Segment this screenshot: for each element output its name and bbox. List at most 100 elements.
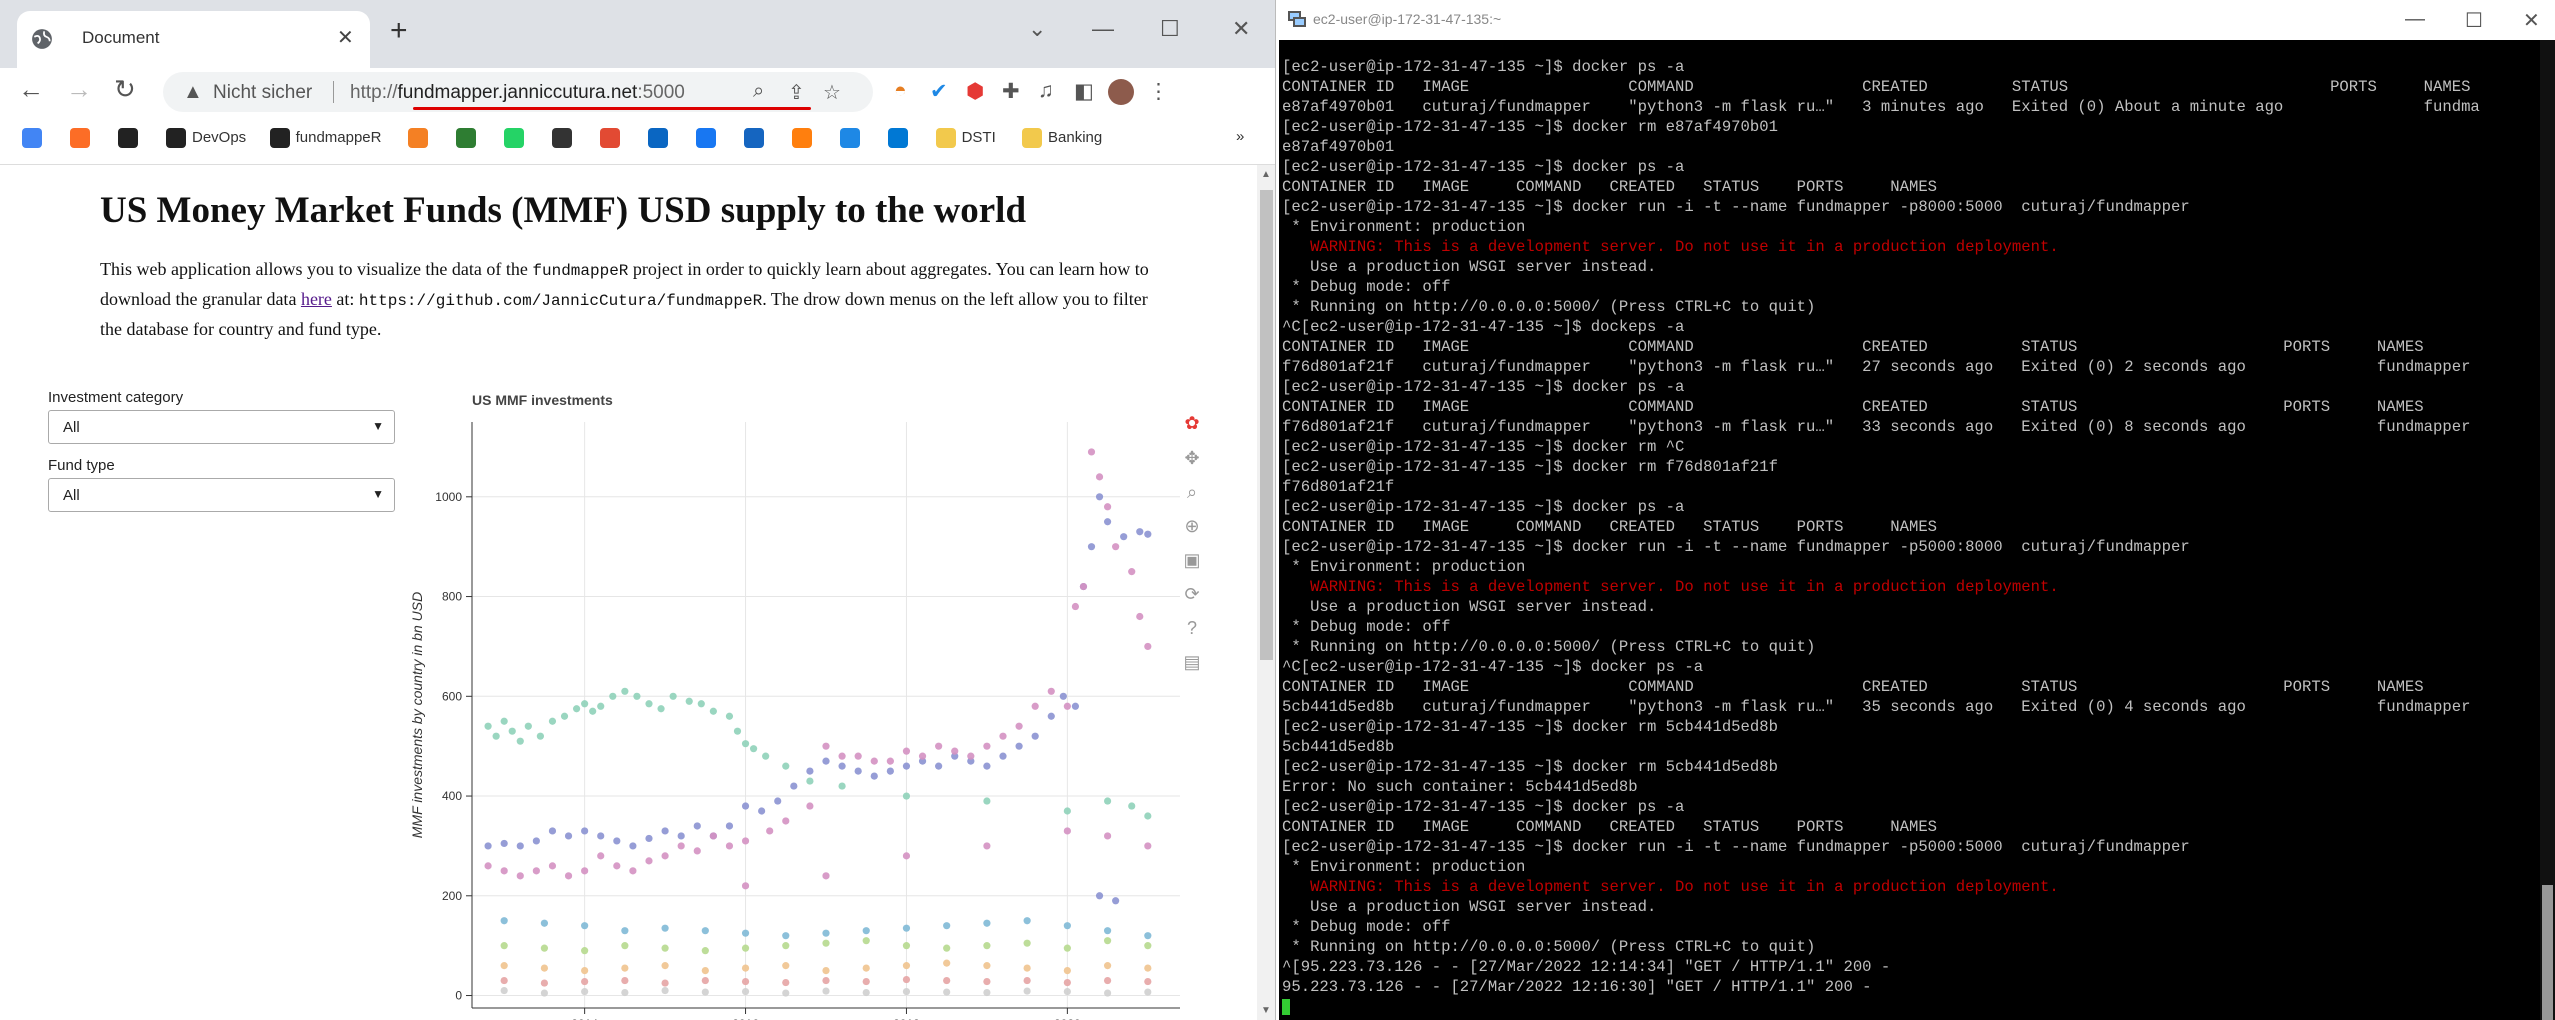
data-point [741, 929, 750, 937]
minimize-icon[interactable]: — [2405, 8, 2425, 31]
side-panel-icon[interactable]: ◧ [1074, 79, 1094, 104]
putty-icon [1288, 11, 1306, 27]
mmf-chart[interactable]: 020040060080010002014201620182020US MMF … [400, 385, 1230, 1020]
bookmarks-overflow-icon[interactable]: » [1236, 128, 1244, 145]
caret-down-icon: ▼ [372, 419, 384, 433]
save-tool-icon[interactable]: ▣ [1181, 549, 1203, 571]
data-point [629, 867, 637, 875]
media-queue-icon[interactable]: ♫ [1038, 79, 1054, 103]
extension-check-icon[interactable]: ✔ [930, 79, 948, 104]
hover-tool-icon[interactable]: ▤ [1181, 651, 1203, 673]
share-icon[interactable]: ⇪ [788, 80, 805, 105]
bokeh-logo-icon[interactable]: ✿ [1181, 412, 1203, 434]
maximize-icon[interactable]: ☐ [2465, 8, 2483, 33]
y-axis-label: MMF investments by country in bn USD [409, 592, 425, 838]
chart-canvas[interactable]: 020040060080010002014201620182020US MMF … [400, 385, 1230, 1020]
terminal-line: * Environment: production [1282, 558, 1526, 576]
page-scrollbar[interactable]: ▲ ▼ [1257, 165, 1275, 1020]
bookmark-15[interactable] [887, 128, 914, 148]
extension-bowl-icon[interactable]: ◓ [894, 79, 907, 103]
terminal-prompt-line[interactable] [1282, 997, 2532, 1017]
data-point [918, 752, 927, 760]
bookmark-5[interactable] [407, 128, 434, 148]
investment-category-select[interactable]: All ▼ [48, 410, 395, 444]
scroll-thumb[interactable] [1260, 190, 1273, 660]
forward-icon[interactable]: → [66, 74, 92, 105]
data-point [701, 988, 709, 996]
terminal-line: WARNING: This is a development server. D… [1282, 578, 2059, 596]
chevron-down-icon[interactable]: ⌄ [1028, 16, 1046, 42]
bookmark-6[interactable] [455, 128, 482, 148]
bookmark-10[interactable] [647, 128, 674, 148]
bookmark-1[interactable] [70, 128, 96, 148]
warning-icon[interactable]: ▲ [183, 81, 203, 104]
data-point [581, 700, 589, 708]
wheel-zoom-icon[interactable]: ⊕ [1181, 515, 1203, 537]
data-point [508, 727, 516, 735]
help-tool-icon[interactable]: ? [1181, 617, 1203, 639]
close-tab-icon[interactable]: ✕ [337, 25, 354, 50]
bookmark-8[interactable] [551, 128, 578, 148]
bookmark-14[interactable] [839, 128, 866, 148]
bookmark-12[interactable] [743, 128, 770, 148]
address-bar[interactable]: ▲ Nicht sicher http://fundmapper.jannicc… [163, 72, 873, 112]
bookmark-2[interactable] [118, 128, 144, 148]
data-point [581, 947, 589, 955]
data-point [1071, 702, 1080, 710]
fund-type-select[interactable]: All ▼ [48, 478, 395, 512]
data-point [838, 782, 846, 790]
bookmark-3[interactable]: DevOps [166, 128, 246, 148]
menu-kebab-icon[interactable]: ⋮ [1148, 79, 1169, 104]
terminal-output[interactable]: [ec2-user@ip-172-31-47-135 ~]$ docker ps… [1282, 57, 2532, 1017]
layers-icon [599, 128, 620, 148]
close-window-icon[interactable]: ✕ [1232, 16, 1250, 42]
bookmark-4[interactable]: fundmappeR [269, 128, 382, 148]
data-point [484, 842, 492, 850]
zoom-icon[interactable]: ⌕ [753, 80, 764, 103]
box-zoom-icon[interactable]: ⌕ [1181, 481, 1203, 503]
scroll-down-arrow-icon[interactable]: ▼ [1261, 1005, 1271, 1016]
data-point [782, 962, 790, 970]
data-point [597, 832, 605, 840]
extensions-puzzle-icon[interactable]: ✚ [1002, 79, 1020, 104]
bookmark-star-icon[interactable]: ☆ [823, 80, 841, 105]
terminal-scroll-thumb[interactable] [2542, 885, 2553, 1020]
bookmark-9[interactable] [599, 128, 626, 148]
data-point [822, 987, 830, 995]
bookmark-11[interactable] [695, 128, 722, 148]
reload-icon[interactable]: ↻ [114, 74, 136, 105]
url-text[interactable]: http://fundmapper.janniccutura.net:5000 [350, 82, 685, 104]
avatar[interactable] [1108, 79, 1134, 105]
data-point [862, 977, 870, 986]
here-link[interactable]: here [301, 289, 332, 309]
reset-tool-icon[interactable]: ⟳ [1181, 583, 1203, 605]
intro-code-project: fundmappeR [532, 262, 629, 280]
back-icon[interactable]: ← [18, 74, 44, 105]
minimize-icon[interactable]: — [1092, 16, 1114, 42]
data-point [524, 722, 532, 730]
new-tab-icon[interactable]: + [390, 16, 408, 46]
data-point [564, 832, 573, 840]
bookmark-17[interactable]: Banking [1022, 128, 1102, 148]
terminal-window[interactable]: ec2-user@ip-172-31-47-135:~ — ☐ ✕ [ec2-u… [1279, 0, 2555, 1020]
data-point [597, 702, 605, 710]
data-point [983, 942, 991, 950]
bookmark-13[interactable] [791, 128, 818, 148]
data-point [983, 988, 991, 997]
data-point [983, 797, 991, 805]
bookmark-0[interactable] [22, 128, 48, 148]
bookmark-7[interactable] [503, 128, 530, 148]
pan-tool-icon[interactable]: ✥ [1181, 447, 1203, 469]
data-point [581, 966, 589, 975]
maximize-icon[interactable]: ☐ [1160, 16, 1180, 42]
intro-text-1: This web application allows you to visua… [100, 259, 533, 279]
data-point [661, 852, 669, 860]
data-point [822, 966, 830, 975]
extension-adblock-icon[interactable]: ⬢ [966, 79, 984, 104]
security-label[interactable]: Nicht sicher [213, 82, 312, 104]
terminal-scrollbar[interactable] [2540, 40, 2555, 1020]
close-window-icon[interactable]: ✕ [2523, 8, 2540, 33]
tab-document[interactable]: Document ✕ [17, 11, 370, 68]
bookmark-16[interactable]: DSTI [935, 128, 996, 148]
scroll-up-arrow-icon[interactable]: ▲ [1261, 169, 1271, 180]
